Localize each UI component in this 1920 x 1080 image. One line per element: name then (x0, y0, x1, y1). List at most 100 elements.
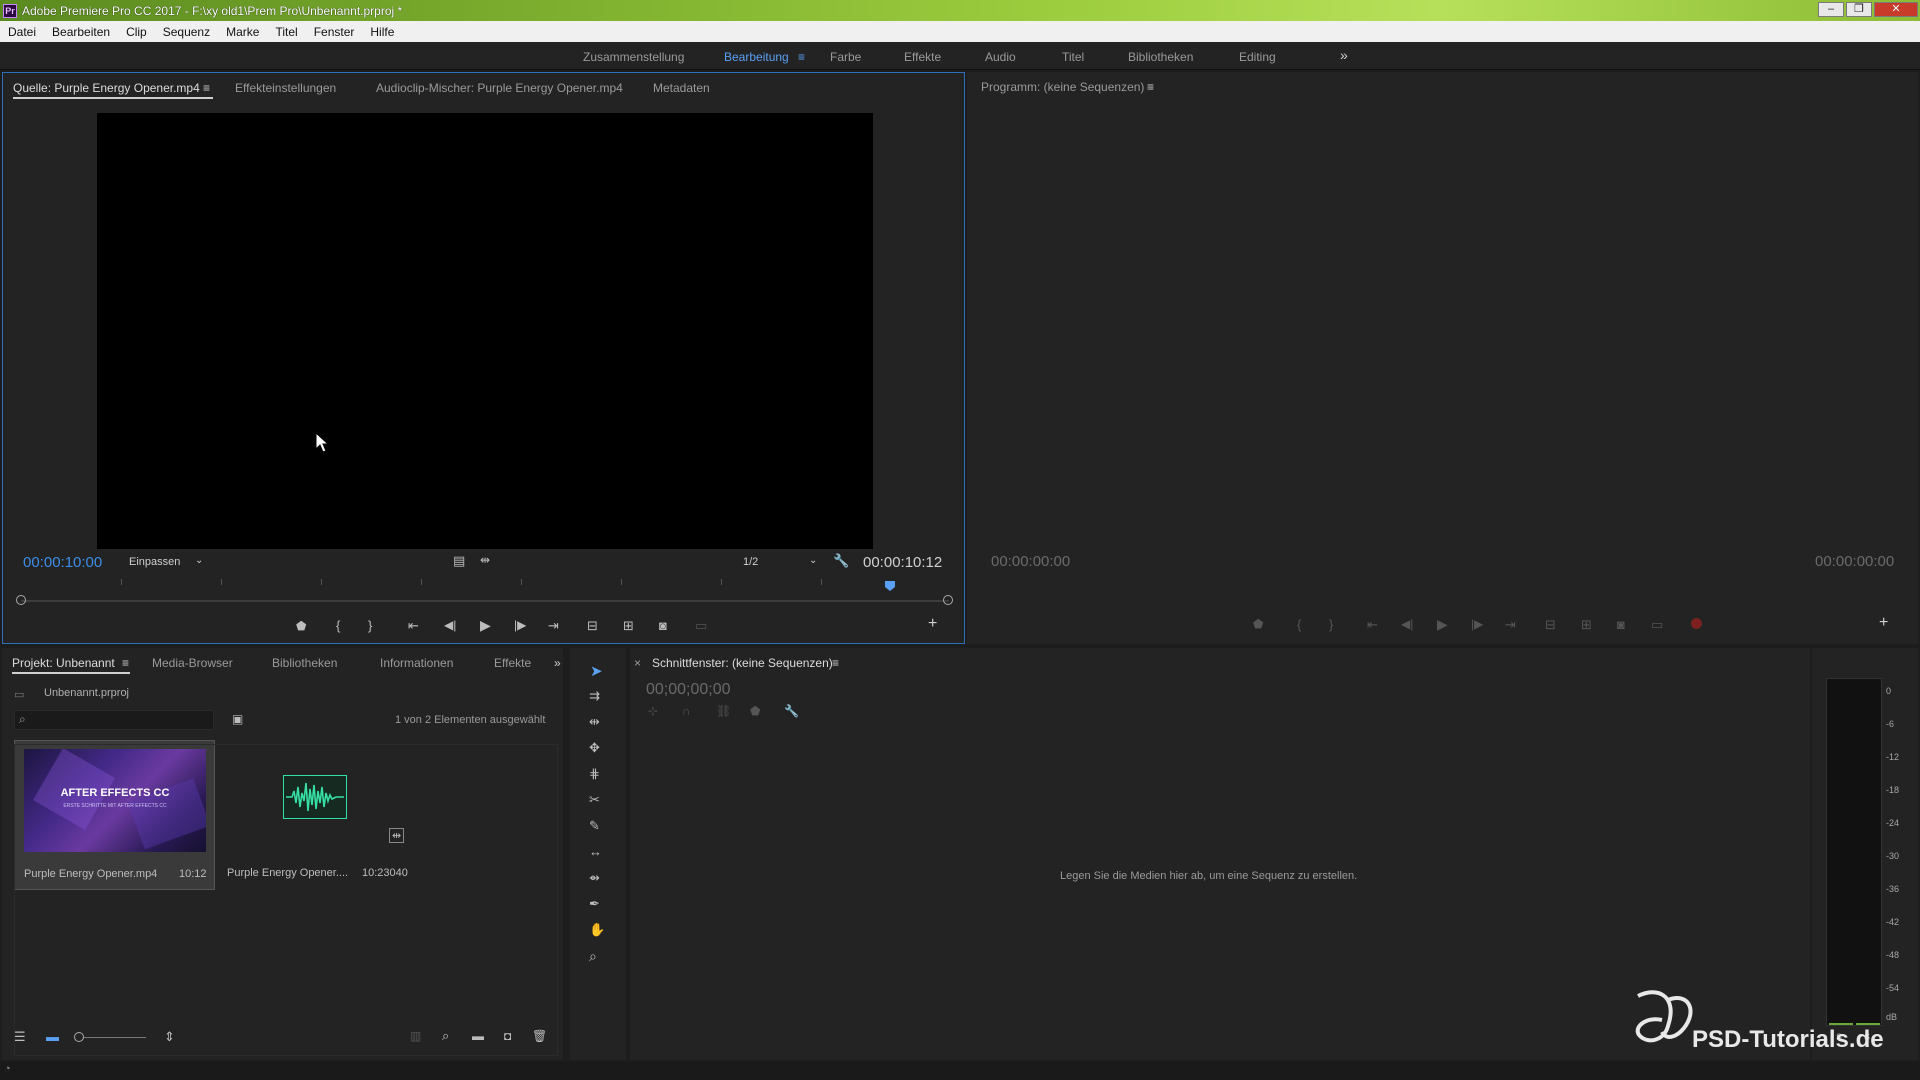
ripple-edit-tool-icon[interactable]: ⇹ (589, 714, 600, 730)
workspace-zusammenstellung[interactable]: Zusammenstellung (583, 50, 684, 64)
workspace-menu-icon[interactable]: ≡ (798, 50, 805, 64)
source-zoom-bar[interactable] (21, 600, 949, 602)
minimize-button[interactable]: – (1818, 2, 1844, 17)
pen-tool-icon[interactable]: ✒ (589, 896, 600, 912)
search-input[interactable] (14, 710, 214, 730)
track-select-tool-icon[interactable]: ⇉ (589, 688, 600, 704)
panel-menu-icon[interactable]: ≡ (122, 656, 129, 670)
zoom-tool-icon[interactable]: ⌕ (589, 948, 597, 965)
menu-bearbeiten[interactable]: Bearbeiten (44, 25, 118, 39)
menu-datei[interactable]: Datei (0, 25, 44, 39)
workspace-bearbeitung[interactable]: Bearbeitung (724, 50, 789, 64)
comparison-view-icon[interactable]: ▭ (1651, 617, 1663, 633)
zoom-slider-handle[interactable] (74, 1032, 84, 1042)
chevron-down-icon[interactable]: ⌄ (195, 555, 203, 566)
go-to-in-icon[interactable]: ⇤ (408, 618, 419, 634)
panel-overflow-icon[interactable]: » (554, 656, 561, 670)
tab-media-browser[interactable]: Media-Browser (152, 656, 233, 670)
rolling-edit-tool-icon[interactable]: ✥ (589, 740, 600, 756)
menu-sequenz[interactable]: Sequenz (155, 25, 218, 39)
panel-menu-icon[interactable]: ≡ (832, 656, 839, 670)
button-editor-icon[interactable]: ▭ (695, 618, 707, 634)
panel-menu-icon[interactable]: ≡ (1147, 80, 1154, 94)
menu-fenster[interactable]: Fenster (306, 25, 363, 39)
play-icon[interactable]: ▶ (480, 617, 491, 634)
mark-in-icon[interactable]: { (336, 618, 340, 633)
menu-clip[interactable]: Clip (118, 25, 155, 39)
add-button-icon[interactable]: + (1879, 614, 1888, 632)
hand-tool-icon[interactable]: ✋ (589, 922, 605, 938)
drag-video-icon[interactable]: ▤ (453, 553, 465, 569)
insert-icon[interactable]: ⊟ (587, 618, 598, 634)
close-window-button[interactable]: ✕ (1874, 2, 1918, 17)
new-bin-icon[interactable]: ▬ (472, 1029, 484, 1043)
add-marker-icon[interactable]: ⬟ (1253, 617, 1263, 631)
camera-icon[interactable]: ◙ (1617, 617, 1625, 632)
tab-timeline[interactable]: Schnittfenster: (keine Sequenzen) (652, 656, 833, 670)
zoom-slider[interactable] (78, 1037, 146, 1038)
tab-metadata[interactable]: Metadaten (653, 81, 710, 95)
workspace-titel[interactable]: Titel (1062, 50, 1084, 64)
sort-icon[interactable]: ⇕ (164, 1029, 175, 1045)
add-marker-icon[interactable]: ⬟ (296, 619, 306, 633)
add-marker-icon[interactable]: ⬟ (750, 704, 760, 718)
source-playhead[interactable] (885, 581, 895, 591)
snap-icon[interactable]: ∩ (682, 704, 691, 718)
mark-out-icon[interactable]: } (1329, 617, 1333, 632)
close-tab-icon[interactable]: × (634, 656, 641, 670)
camera-icon[interactable]: ◙ (659, 618, 667, 633)
workspace-audio[interactable]: Audio (985, 50, 1016, 64)
wrench-icon[interactable]: 🔧 (833, 553, 849, 569)
tab-effect-settings[interactable]: Effekteinstellungen (235, 81, 336, 95)
mark-in-icon[interactable]: { (1297, 617, 1301, 632)
resolution-dropdown[interactable]: 1/2 (743, 556, 758, 568)
fit-dropdown[interactable]: Einpassen (129, 556, 180, 568)
go-to-in-icon[interactable]: ⇤ (1367, 617, 1378, 633)
tab-audio-clip-mixer[interactable]: Audioclip-Mischer: Purple Energy Opener.… (376, 81, 623, 95)
list-view-icon[interactable]: ☰ (14, 1029, 26, 1045)
menu-marke[interactable]: Marke (218, 25, 267, 39)
tab-info[interactable]: Informationen (380, 656, 453, 670)
selection-tool-icon[interactable]: ➤ (590, 662, 603, 680)
list-item[interactable]: AFTER EFFECTS CC ERSTE SCHRITTE MIT AFTE… (14, 740, 215, 890)
program-timecode-left[interactable]: 00:00:00:00 (991, 553, 1070, 570)
linked-selection-icon[interactable]: ⛓ (716, 704, 731, 718)
tab-source[interactable]: Quelle: Purple Energy Opener.mp4 (13, 81, 200, 95)
workspace-overflow-icon[interactable]: » (1340, 47, 1348, 63)
record-icon[interactable] (1691, 618, 1702, 629)
new-item-icon[interactable]: ◘ (504, 1029, 511, 1043)
step-forward-icon[interactable]: |▶ (514, 618, 526, 632)
workspace-effekte[interactable]: Effekte (904, 50, 941, 64)
source-playhead-timecode[interactable]: 00:00:10:00 (23, 554, 102, 571)
tab-program[interactable]: Programm: (keine Sequenzen) (981, 80, 1144, 94)
list-item[interactable]: ⇹ Purple Energy Opener.... 10:23040 (217, 740, 413, 890)
nest-icon[interactable]: ⊹ (648, 704, 658, 718)
source-video-frame[interactable] (97, 113, 873, 549)
lift-icon[interactable]: ⊟ (1545, 617, 1556, 633)
new-bin-from-search-icon[interactable]: ▣ (232, 712, 243, 726)
extract-icon[interactable]: ⊞ (1581, 617, 1592, 633)
trash-icon[interactable]: 🗑 (532, 1029, 547, 1043)
tab-effects[interactable]: Effekte (494, 656, 531, 670)
find-icon[interactable]: ⌕ (442, 1028, 449, 1044)
timeline-timecode[interactable]: 00;00;00;00 (646, 681, 731, 699)
slip-tool-icon[interactable]: ✎ (589, 818, 600, 834)
go-to-out-icon[interactable]: ⇥ (548, 618, 559, 634)
razor-tool-icon[interactable]: ✂ (589, 792, 600, 808)
track-forward-tool-icon[interactable]: ⇴ (589, 870, 600, 886)
slide-tool-icon[interactable]: ↔ (589, 844, 602, 859)
maximize-button[interactable]: ❐ (1846, 2, 1872, 17)
menu-titel[interactable]: Titel (267, 25, 305, 39)
go-to-out-icon[interactable]: ⇥ (1505, 617, 1516, 633)
panel-menu-icon[interactable]: ≡ (203, 81, 210, 95)
mark-out-icon[interactable]: } (368, 618, 372, 633)
workspace-farbe[interactable]: Farbe (830, 50, 861, 64)
automate-to-sequence-icon[interactable]: ▥ (410, 1029, 421, 1043)
add-button-icon[interactable]: + (928, 615, 937, 633)
chevron-down-icon[interactable]: ⌄ (809, 555, 817, 566)
icon-view-icon[interactable]: ▬ (46, 1029, 59, 1044)
menu-hilfe[interactable]: Hilfe (362, 25, 402, 39)
step-back-icon[interactable]: ◀| (444, 618, 456, 632)
workspace-bibliotheken[interactable]: Bibliotheken (1128, 50, 1193, 64)
source-time-ruler[interactable] (21, 575, 949, 585)
